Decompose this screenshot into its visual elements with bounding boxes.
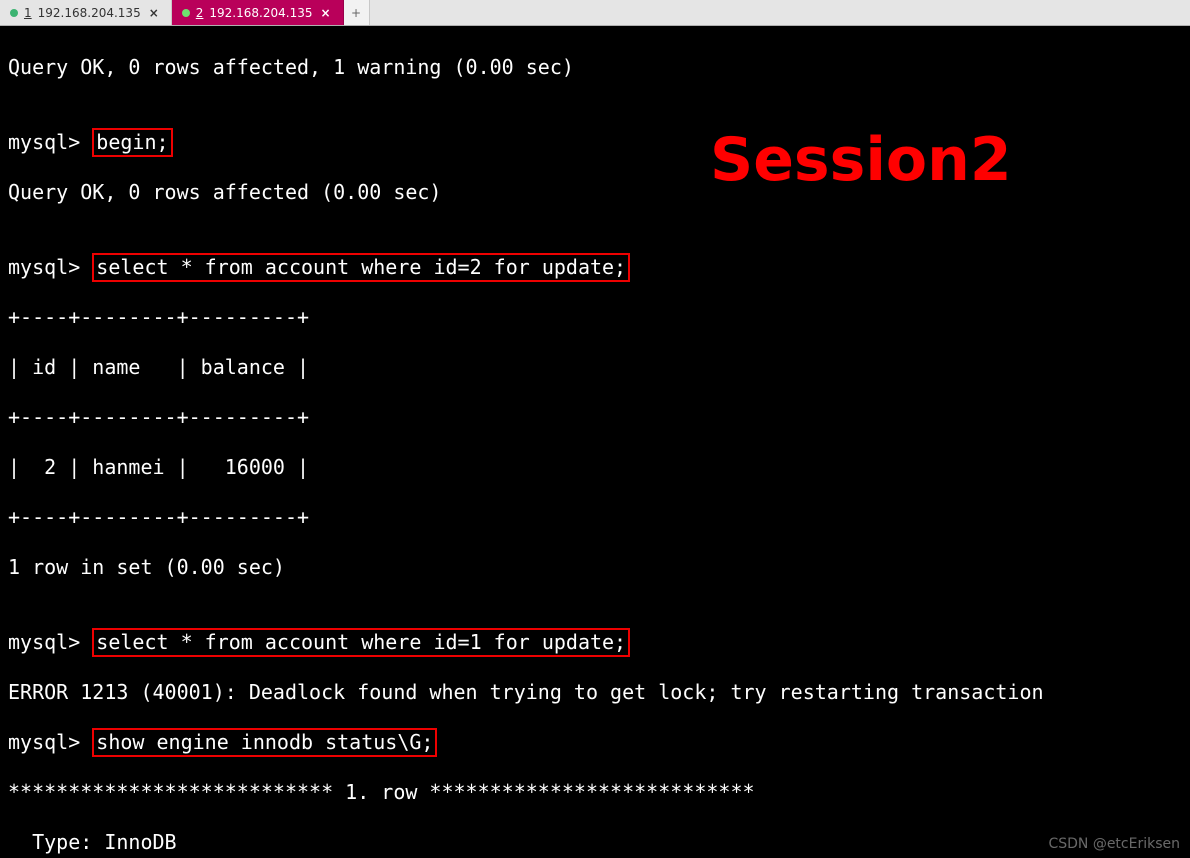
terminal-line: mysql> select * from account where id=1 … [8, 630, 1182, 655]
prompt: mysql> [8, 630, 92, 654]
prompt: mysql> [8, 255, 92, 279]
status-dot-icon [10, 9, 18, 17]
tab-bar: 1 192.168.204.135 × 2 192.168.204.135 × … [0, 0, 1190, 26]
table-separator: +----+--------+---------+ [8, 305, 1182, 330]
tab-index: 1 [24, 6, 32, 20]
prompt: mysql> [8, 130, 92, 154]
new-tab-button[interactable]: + [344, 0, 370, 25]
table-row: | 2 | hanmei | 16000 | [8, 455, 1182, 480]
terminal-line: Query OK, 0 rows affected, 1 warning (0.… [8, 55, 1182, 80]
terminal-line: Type: InnoDB [8, 830, 1182, 855]
watermark: CSDN @etcEriksen [1048, 836, 1180, 852]
annotation-session-label: Session2 [710, 125, 1012, 195]
terminal-line: mysql> show engine innodb status\G; [8, 730, 1182, 755]
table-separator: +----+--------+---------+ [8, 405, 1182, 430]
highlighted-command: show engine innodb status\G; [92, 728, 437, 757]
close-icon[interactable]: × [318, 6, 332, 20]
tab-2[interactable]: 2 192.168.204.135 × [172, 0, 344, 25]
highlighted-command: begin; [92, 128, 172, 157]
prompt: mysql> [8, 730, 92, 754]
terminal-line: mysql> select * from account where id=2 … [8, 255, 1182, 280]
terminal-line: *************************** 1. row *****… [8, 780, 1182, 805]
tab-1[interactable]: 1 192.168.204.135 × [0, 0, 172, 25]
plus-icon: + [351, 6, 361, 20]
table-header: | id | name | balance | [8, 355, 1182, 380]
highlighted-command: select * from account where id=2 for upd… [92, 253, 630, 282]
tab-label: 192.168.204.135 [38, 6, 141, 20]
table-separator: +----+--------+---------+ [8, 505, 1182, 530]
status-dot-icon [182, 9, 190, 17]
tab-index: 2 [196, 6, 204, 20]
error-line: ERROR 1213 (40001): Deadlock found when … [8, 680, 1182, 705]
tab-label: 192.168.204.135 [209, 6, 312, 20]
terminal-line: 1 row in set (0.00 sec) [8, 555, 1182, 580]
highlighted-command: select * from account where id=1 for upd… [92, 628, 630, 657]
close-icon[interactable]: × [147, 6, 161, 20]
